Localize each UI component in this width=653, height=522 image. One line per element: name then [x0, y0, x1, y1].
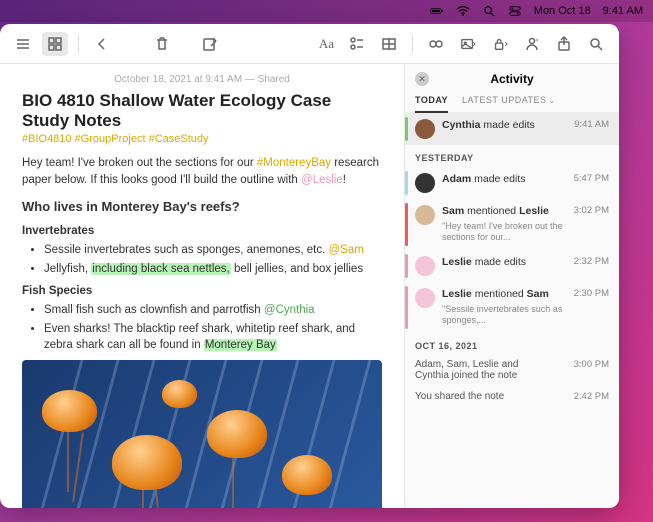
- tab-today[interactable]: TODAY: [415, 92, 448, 113]
- heading-reefs: Who lives in Monterey Bay's reefs?: [22, 198, 382, 217]
- highlight: including black sea nettles,: [91, 263, 230, 275]
- note-meta: October 18, 2021 at 9:41 AM — Shared: [22, 74, 382, 85]
- share-button[interactable]: [551, 32, 577, 56]
- list-item: Jellyfish, including black sea nettles, …: [44, 261, 382, 278]
- mention-sam[interactable]: @Sam: [328, 244, 363, 256]
- heading-invertebrates: Invertebrates: [22, 223, 382, 240]
- activity-title: Activity: [437, 72, 587, 86]
- notes-window: Aa October 18, 2021 at 9:41 AM — Shared …: [0, 24, 619, 508]
- menubar-time[interactable]: 9:41 AM: [603, 5, 643, 17]
- list-item: Even sharks! The blacktip reef shark, wh…: [44, 321, 382, 354]
- avatar: [415, 288, 435, 308]
- delete-button[interactable]: [149, 32, 175, 56]
- note-tags: #BIO4810 #GroupProject #CaseStudy: [22, 133, 382, 145]
- lock-button[interactable]: [487, 32, 513, 56]
- mention-cynthia[interactable]: @Cynthia: [264, 304, 315, 316]
- format-button[interactable]: Aa: [315, 32, 338, 56]
- note-intro: Hey team! I've broken out the sections f…: [22, 155, 382, 188]
- collaborate-button[interactable]: [519, 32, 545, 56]
- table-button[interactable]: [376, 32, 402, 56]
- list-view-button[interactable]: [10, 32, 36, 56]
- search-icon[interactable]: [482, 5, 496, 17]
- avatar: [415, 205, 435, 225]
- media-button[interactable]: [455, 32, 481, 56]
- avatar: [415, 256, 435, 276]
- tab-latest-updates[interactable]: LATEST UPDATES⌄: [462, 92, 556, 108]
- activity-item[interactable]: Leslie mentioned Sam"Sessile invertebrat…: [405, 282, 619, 333]
- activity-item[interactable]: Adam, Sam, Leslie and Cynthia joined the…: [405, 355, 619, 387]
- list-item: Small fish such as clownfish and parrotf…: [44, 302, 382, 319]
- mention-leslie[interactable]: @Leslie: [301, 174, 343, 186]
- compose-button[interactable]: [197, 32, 223, 56]
- section-yesterday: YESTERDAY: [405, 145, 619, 167]
- highlight: Monterey Bay: [204, 339, 277, 351]
- activity-item[interactable]: You shared the note 2:42 PM: [405, 387, 619, 408]
- hashtag-montereybay[interactable]: #MontereyBay: [257, 157, 331, 169]
- activity-item[interactable]: Sam mentioned Leslie"Hey team! I've brok…: [405, 199, 619, 250]
- mac-menubar: Mon Oct 18 9:41 AM: [0, 0, 653, 22]
- list-item: Sessile invertebrates such as sponges, a…: [44, 242, 382, 259]
- activity-item[interactable]: Adam made edits 5:47 PM: [405, 167, 619, 199]
- close-activity-button[interactable]: ✕: [415, 72, 429, 86]
- activity-item[interactable]: Cynthia made edits 9:41 AM: [405, 113, 619, 145]
- note-title: BIO 4810 Shallow Water Ecology Case Stud…: [22, 91, 382, 131]
- battery-icon: [430, 5, 444, 17]
- section-oct16: OCT 16, 2021: [405, 333, 619, 355]
- search-button[interactable]: [583, 32, 609, 56]
- activity-item[interactable]: Leslie made edits 2:32 PM: [405, 250, 619, 282]
- jellyfish-image[interactable]: [22, 360, 382, 508]
- heading-fish: Fish Species: [22, 283, 382, 300]
- control-center-icon[interactable]: [508, 5, 522, 17]
- wifi-icon: [456, 5, 470, 17]
- activity-panel: ✕ Activity TODAY LATEST UPDATES⌄ Cynthia…: [404, 64, 619, 508]
- avatar: [415, 173, 435, 193]
- toolbar: Aa: [0, 24, 619, 64]
- gallery-view-button[interactable]: [42, 32, 68, 56]
- link-button[interactable]: [423, 32, 449, 56]
- checklist-button[interactable]: [344, 32, 370, 56]
- avatar: [415, 119, 435, 139]
- note-content[interactable]: October 18, 2021 at 9:41 AM — Shared BIO…: [0, 64, 404, 508]
- menubar-date[interactable]: Mon Oct 18: [534, 5, 591, 17]
- back-button[interactable]: [89, 32, 115, 56]
